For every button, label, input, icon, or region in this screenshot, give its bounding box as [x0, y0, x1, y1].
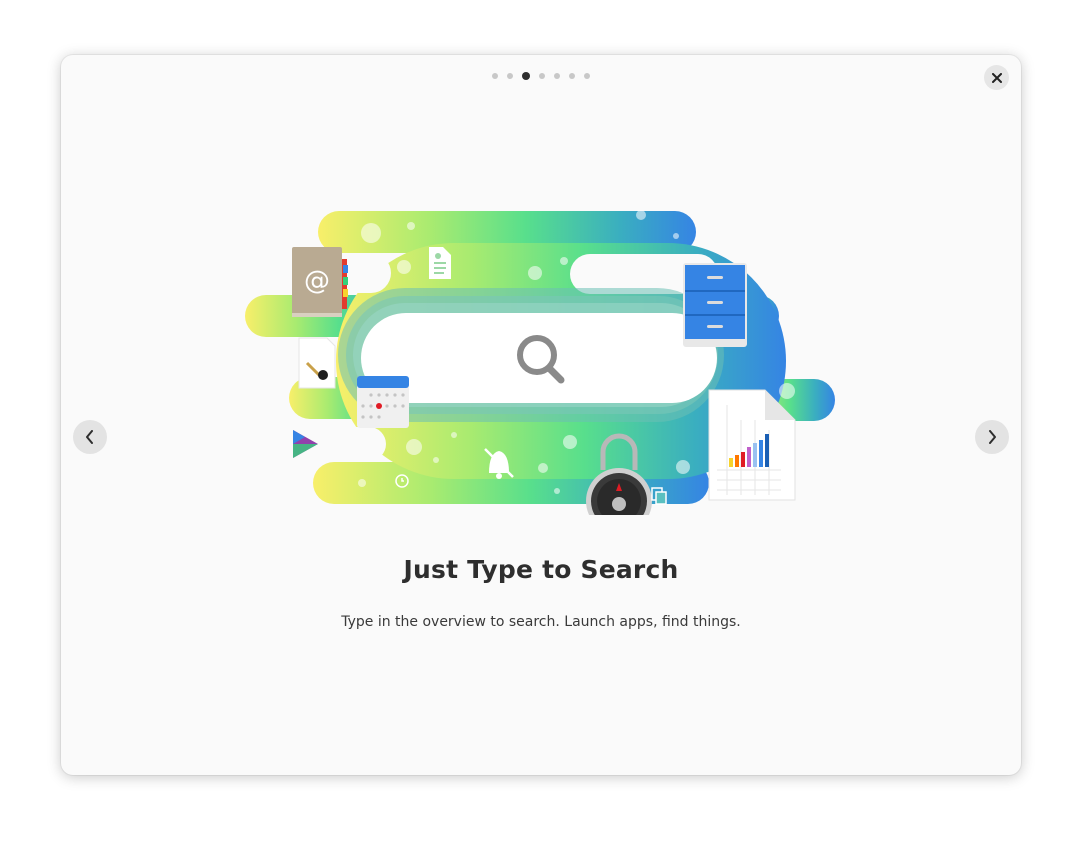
page-dot-3[interactable] [522, 72, 530, 80]
page-indicator [61, 72, 1021, 80]
page-dot-1[interactable] [492, 73, 498, 79]
page-dot-5[interactable] [554, 73, 560, 79]
file-cabinet-icon [683, 263, 747, 347]
close-icon [991, 72, 1002, 83]
address-book-icon: @ [292, 247, 348, 317]
calendar-icon [357, 376, 409, 428]
tour-window: @ Just Type to Search Type in the overvi… [61, 55, 1021, 775]
drawing-icon [298, 337, 336, 389]
page-dot-2[interactable] [507, 73, 513, 79]
page-dot-4[interactable] [539, 73, 545, 79]
page-dot-7[interactable] [584, 73, 590, 79]
spreadsheet-icon [708, 389, 796, 501]
svg-text:@: @ [304, 266, 330, 296]
page-dot-6[interactable] [569, 73, 575, 79]
chevron-left-icon [86, 430, 93, 444]
chevron-right-icon [989, 430, 996, 444]
close-button[interactable] [984, 65, 1009, 90]
slide-title: Just Type to Search [403, 555, 679, 584]
slide-description: Type in the overview to search. Launch a… [341, 614, 741, 630]
next-page-button[interactable] [975, 420, 1009, 454]
document-icon [429, 247, 451, 279]
previous-page-button[interactable] [73, 420, 107, 454]
search-illustration: @ [245, 210, 835, 515]
